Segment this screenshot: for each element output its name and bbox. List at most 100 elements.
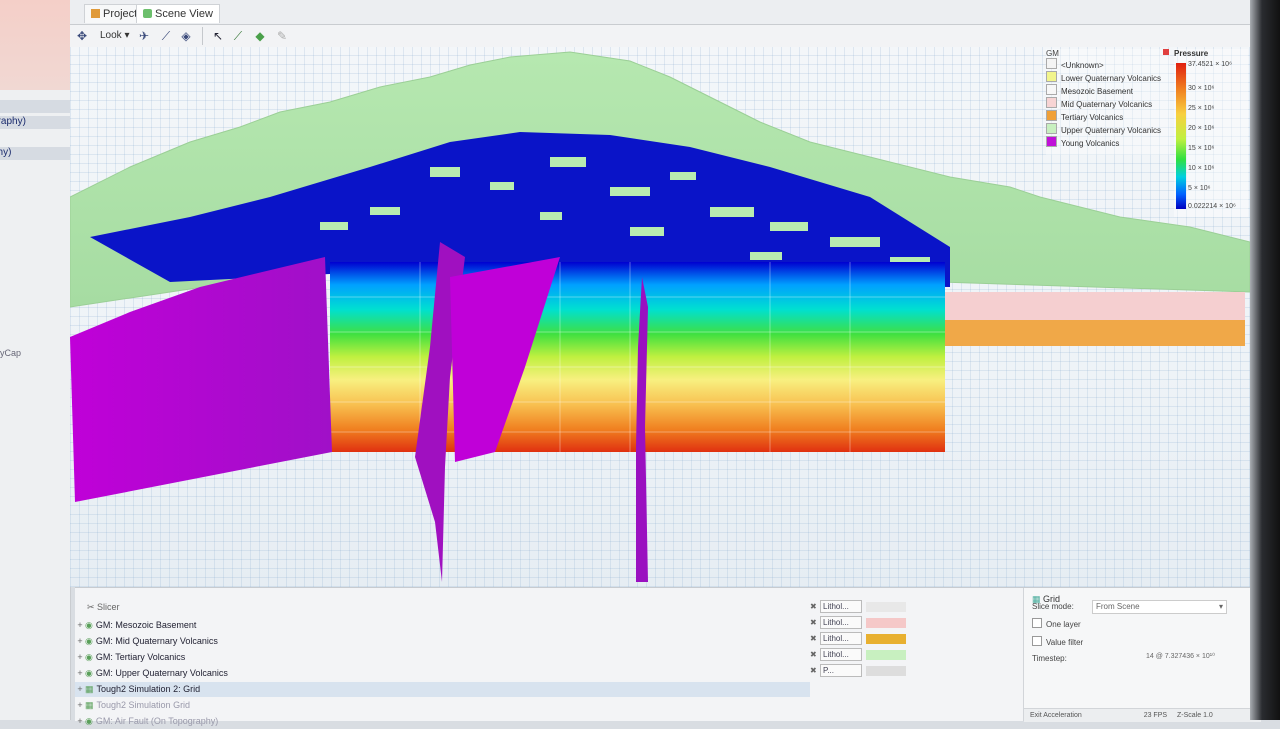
pressure-legend-title: Pressure <box>1174 49 1209 58</box>
gm-icon: ◉ <box>85 652 93 662</box>
scene-icon <box>143 9 152 18</box>
close-icon[interactable] <box>1163 49 1169 55</box>
pressure-tick: 20 × 10⁶ <box>1188 125 1215 132</box>
pressure-tick: 25 × 10⁶ <box>1188 105 1215 112</box>
look-dropdown[interactable]: Look ▾ <box>100 30 130 41</box>
legend-item: Mid Quaternary Volcanics <box>1046 97 1170 110</box>
tree-row[interactable]: + ◉ GM: Upper Quaternary Volcanics <box>75 666 228 681</box>
left-panel-item[interactable]: yCap <box>0 348 21 358</box>
paint-tool-icon[interactable]: ◆ <box>252 28 268 44</box>
gm-legend-title: GM <box>1046 49 1059 58</box>
timestep-value[interactable]: 14 @ 7.327436 × 10¹⁰ <box>1146 652 1215 660</box>
lithology-dropdown[interactable]: Lithol... <box>820 616 862 629</box>
pick-tool-icon[interactable]: ⟋ <box>230 28 246 44</box>
slice-mode-select[interactable]: From Scene ▾ <box>1092 600 1227 614</box>
tab-scene-view[interactable]: Scene View <box>136 4 220 23</box>
gm-icon: ◉ <box>85 716 93 726</box>
lithology-dropdown[interactable]: Lithol... <box>820 600 862 613</box>
layer-prop-row[interactable]: ✖ Lithol... <box>810 648 1010 662</box>
folder-icon <box>91 9 100 18</box>
tree-row[interactable]: + ◉ GM: Mid Quaternary Volcanics <box>75 634 218 649</box>
lithology-dropdown[interactable]: Lithol... <box>820 632 862 645</box>
ruler-icon[interactable]: ⟋ <box>158 28 174 44</box>
slicer-tree: ✂ Slicer + ◉ GM: Mesozoic Basement + ◉ GM: M… <box>75 594 810 726</box>
color-swatch[interactable] <box>866 665 906 676</box>
value-filter-checkbox[interactable]: Value filter <box>1032 636 1083 650</box>
gm-legend: GM <Unknown> Lower Quaternary Volcanics … <box>1046 49 1170 155</box>
orbit-tool-icon[interactable]: ✥ <box>74 28 90 44</box>
tree-row[interactable]: + ◉ GM: Tertiary Volcanics <box>75 650 185 665</box>
grid-properties-panel: ▦ Grid Slice mode: From Scene ▾ One laye… <box>1023 588 1261 722</box>
pressure-tick: 10 × 10⁶ <box>1188 165 1215 172</box>
legend-swatch <box>1046 71 1057 82</box>
scene-viewport[interactable]: GM <Unknown> Lower Quaternary Volcanics … <box>70 47 1250 587</box>
tree-row[interactable]: + ▦ Tough2 Simulation Grid <box>75 698 190 713</box>
legend-swatch <box>1046 123 1057 134</box>
pressure-tick: 0.022214 × 10⁶ <box>1188 203 1236 210</box>
scene-toolbar: ✥ Look ▾ ✈ ⟋ ◈ ↖ ⟋ ◆ ✎ <box>70 25 1260 48</box>
layer-prop-row[interactable]: ✖ Lithol... <box>810 632 1010 646</box>
pressure-tick: 15 × 10⁶ <box>1188 145 1215 152</box>
color-swatch[interactable] <box>866 617 906 628</box>
remove-icon[interactable]: ✖ <box>810 634 820 643</box>
pressure-tick: 30 × 10⁶ <box>1188 85 1215 92</box>
checkbox[interactable] <box>1032 636 1042 646</box>
gm-icon: ◉ <box>85 668 93 678</box>
legend-item: Upper Quaternary Volcanics <box>1046 123 1170 136</box>
layer-prop-row[interactable]: ✖ P... <box>810 664 1010 678</box>
slicer-header[interactable]: ✂ Slicer <box>87 600 120 615</box>
accel-status[interactable]: Exit Acceleration <box>1030 712 1082 719</box>
remove-icon[interactable]: ✖ <box>810 618 820 627</box>
legend-swatch <box>1046 97 1057 108</box>
lithology-dropdown[interactable]: Lithol... <box>820 648 862 661</box>
pressure-colorbar <box>1176 63 1186 209</box>
legend-swatch <box>1046 58 1057 69</box>
one-layer-checkbox[interactable]: One layer <box>1032 618 1081 632</box>
stamp-icon[interactable]: ◈ <box>178 28 194 44</box>
legend-item: Lower Quaternary Volcanics <box>1046 71 1170 84</box>
tree-row[interactable]: + ◉ GM: Mesozoic Basement <box>75 618 196 633</box>
pressure-tick: 37.4521 × 10⁶ <box>1188 61 1232 68</box>
legend-swatch <box>1046 110 1057 121</box>
remove-icon[interactable]: ✖ <box>810 602 820 611</box>
remove-icon[interactable]: ✖ <box>810 666 820 675</box>
zscale-readout[interactable]: Z-Scale 1.0 <box>1177 712 1213 719</box>
layer-prop-row[interactable]: ✖ Lithol... <box>810 600 1010 614</box>
monitor-bezel <box>1250 0 1280 720</box>
grid-icon: ▦ <box>85 700 94 710</box>
color-swatch[interactable] <box>866 633 906 644</box>
layer-prop-row[interactable]: ✖ Lithol... <box>810 616 1010 630</box>
left-panel-item[interactable]: phy) <box>0 147 70 160</box>
chevron-down-icon: ▾ <box>1218 602 1223 611</box>
legend-item: <Unknown> <box>1046 58 1170 71</box>
gm-icon: ◉ <box>85 620 93 630</box>
legend-swatch <box>1046 136 1057 147</box>
satellite-icon[interactable]: ✈ <box>136 28 152 44</box>
toolbar-divider <box>202 27 203 45</box>
bottom-panel: ✂ Slicer + ◉ GM: Mesozoic Basement + ◉ GM: M… <box>75 587 1261 726</box>
pressure-tick: 5 × 10⁶ <box>1188 185 1211 192</box>
pointer-tool-icon[interactable]: ↖ <box>210 28 226 44</box>
left-project-panel: y) graphy) phy) yCap <box>0 0 71 720</box>
color-swatch[interactable] <box>866 601 906 612</box>
tree-row-selected[interactable]: + ▦ Tough2 Simulation 2: Grid <box>75 682 810 697</box>
left-panel-item[interactable]: graphy) <box>0 116 70 129</box>
tab-bar: Projects Scene View <box>70 0 1260 25</box>
checkbox[interactable] <box>1032 618 1042 628</box>
fps-readout: 23 FPS <box>1143 712 1168 719</box>
tree-row[interactable]: + ◉ GM: Air Fault (On Topography) <box>75 714 218 729</box>
pencil-tool-icon[interactable]: ✎ <box>274 28 290 44</box>
mid-quaternary-layer <box>940 292 1245 320</box>
legend-item: Young Volcanics <box>1046 136 1170 149</box>
slice-mode-label: Slice mode: <box>1032 602 1074 611</box>
legend-item: Mesozoic Basement <box>1046 84 1170 97</box>
property-dropdown[interactable]: P... <box>820 664 862 677</box>
grid-icon: ▦ <box>85 684 94 694</box>
legend-swatch <box>1046 84 1057 95</box>
timestep-label: Timestep: <box>1032 654 1067 663</box>
color-swatch[interactable] <box>866 649 906 660</box>
panel-highlight <box>0 0 70 90</box>
pressure-legend: Pressure 37.4521 × 10⁶ 30 × 10⁶ 25 × 10⁶… <box>1174 49 1248 217</box>
left-panel-item[interactable]: y) <box>0 100 70 113</box>
remove-icon[interactable]: ✖ <box>810 650 820 659</box>
